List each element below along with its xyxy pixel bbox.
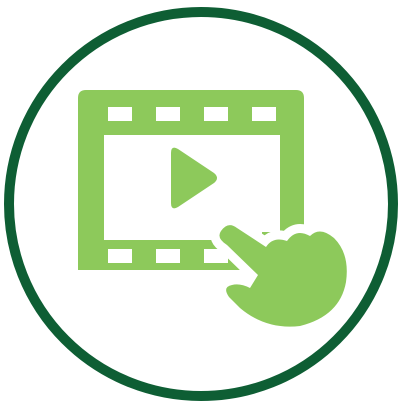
circle-ring-icon [4, 7, 398, 401]
film-perforation-bottom-2 [156, 249, 180, 263]
play-icon [171, 147, 217, 209]
film-perforation-top-3 [204, 107, 228, 121]
pointing-hand-icon [210, 216, 356, 336]
film-perforation-bottom-1 [108, 249, 132, 263]
film-perforation-top-1 [108, 107, 132, 121]
video-touch-icon [4, 7, 398, 401]
video-touch-icon-canvas [0, 0, 404, 404]
film-perforation-top-4 [252, 107, 276, 121]
film-perforation-top-2 [156, 107, 180, 121]
